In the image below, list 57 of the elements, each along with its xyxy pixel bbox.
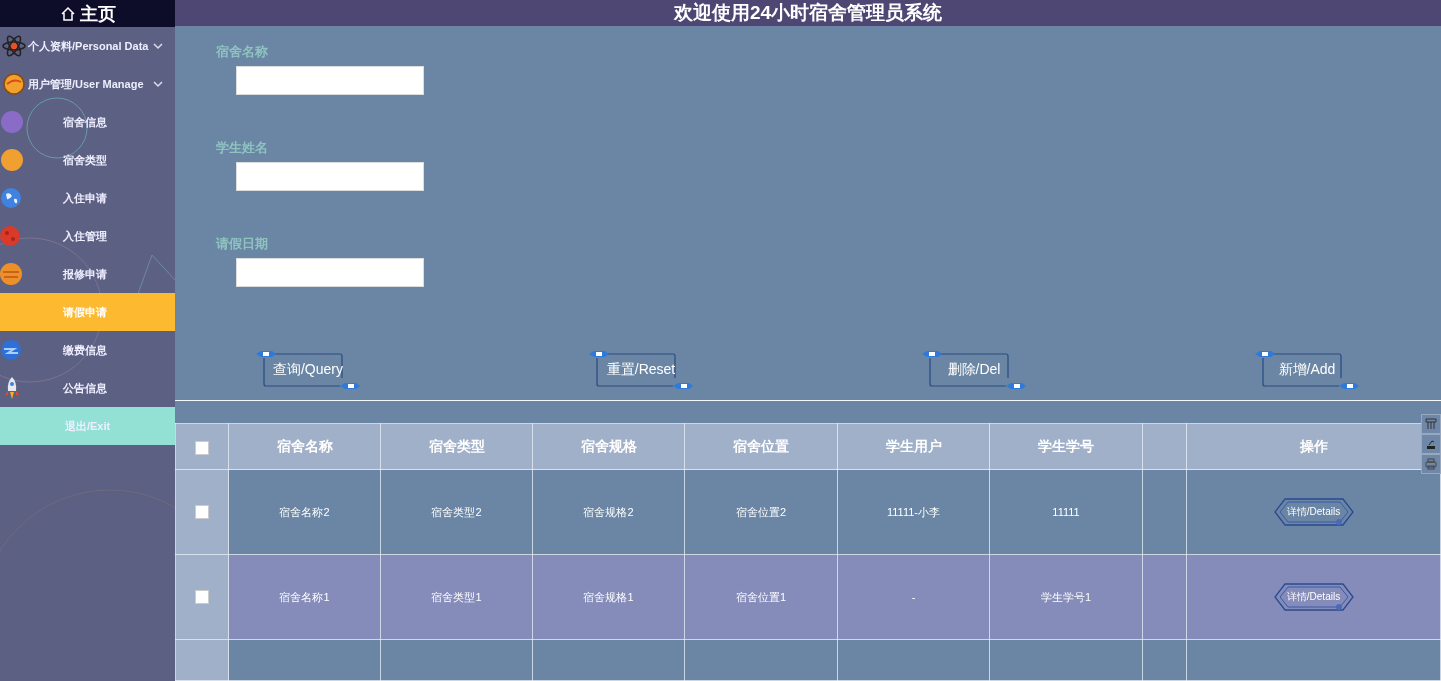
home-icon	[59, 5, 76, 22]
sidebar-item[interactable]: 宿舍类型	[0, 141, 175, 179]
page-title: 欢迎使用24小时宿舍管理员系统	[673, 1, 943, 25]
column-header: 宿舍类型	[380, 423, 533, 470]
column-header: 学生用户	[837, 423, 990, 470]
table-cell: 宿舍规格1	[532, 554, 685, 640]
table-cell: 宿舍名称1	[228, 554, 381, 640]
print-icon[interactable]	[1421, 454, 1441, 474]
table-cell: 宿舍规格2	[532, 469, 685, 555]
sidebar-item[interactable]: 公告信息	[0, 369, 175, 407]
field-label: 宿舍名称	[216, 43, 269, 61]
table-cell: 11111-小李	[837, 469, 990, 555]
sidebar-item[interactable]: 用户管理/User Manage	[0, 65, 175, 103]
table-cell: 宿舍位置1	[684, 554, 838, 640]
sidebar-item-icon	[0, 262, 24, 286]
column-header: 宿舍规格	[532, 423, 685, 470]
table-cell: 宿舍位置2	[684, 469, 838, 555]
home-label: 主页	[79, 2, 116, 26]
details-button[interactable]: 详情/Details	[1272, 495, 1355, 529]
sidebar-item-icon	[0, 148, 24, 172]
columns-icon[interactable]	[1421, 414, 1441, 434]
table-cell: 宿舍名称2	[228, 469, 381, 555]
sidebar-item-icon	[2, 34, 26, 58]
field-label: 请假日期	[216, 235, 269, 253]
sidebar-item[interactable]: 入住管理	[0, 217, 175, 255]
input-field[interactable]	[236, 258, 424, 287]
action-button[interactable]: 新增/Add	[1255, 350, 1359, 390]
input-field[interactable]	[236, 162, 424, 191]
details-button[interactable]: 详情/Details	[1272, 580, 1355, 614]
sidebar-item-icon	[0, 186, 24, 210]
column-header: 宿舍位置	[684, 423, 838, 470]
column-header: 宿舍名称	[228, 423, 381, 470]
select-all-checkbox[interactable]	[195, 440, 209, 455]
row-checkbox[interactable]	[195, 590, 209, 605]
input-field[interactable]	[236, 66, 424, 95]
table-cell: 宿舍类型1	[380, 554, 533, 640]
sidebar-item[interactable]: 个人资料/Personal Data	[0, 27, 175, 65]
chevron-icon	[153, 79, 163, 89]
chevron-icon	[153, 41, 163, 51]
table-cell: 宿舍类型2	[380, 469, 533, 555]
row-checkbox[interactable]	[195, 505, 209, 520]
sidebar-item-icon	[0, 338, 24, 362]
sidebar-item[interactable]: 缴费信息	[0, 331, 175, 369]
action-button[interactable]: 删除/Del	[922, 350, 1026, 390]
sidebar-item[interactable]: 报修申请	[0, 255, 175, 293]
export-icon[interactable]	[1421, 434, 1441, 454]
table-cell: 学生学号1	[989, 554, 1143, 640]
sidebar-item[interactable]: 宿舍信息	[0, 103, 175, 141]
field-label: 学生姓名	[216, 139, 269, 157]
action-button[interactable]: 查询/Query	[256, 350, 360, 390]
sidebar-item[interactable]: 入住申请	[0, 179, 175, 217]
sidebar-item-icon	[2, 72, 26, 96]
column-header: 学生学号	[989, 423, 1143, 470]
table-cell: -	[837, 554, 990, 640]
sidebar-item-icon	[0, 110, 24, 134]
action-button[interactable]: 重置/Reset	[589, 350, 693, 390]
table-cell: 11111	[989, 469, 1143, 555]
